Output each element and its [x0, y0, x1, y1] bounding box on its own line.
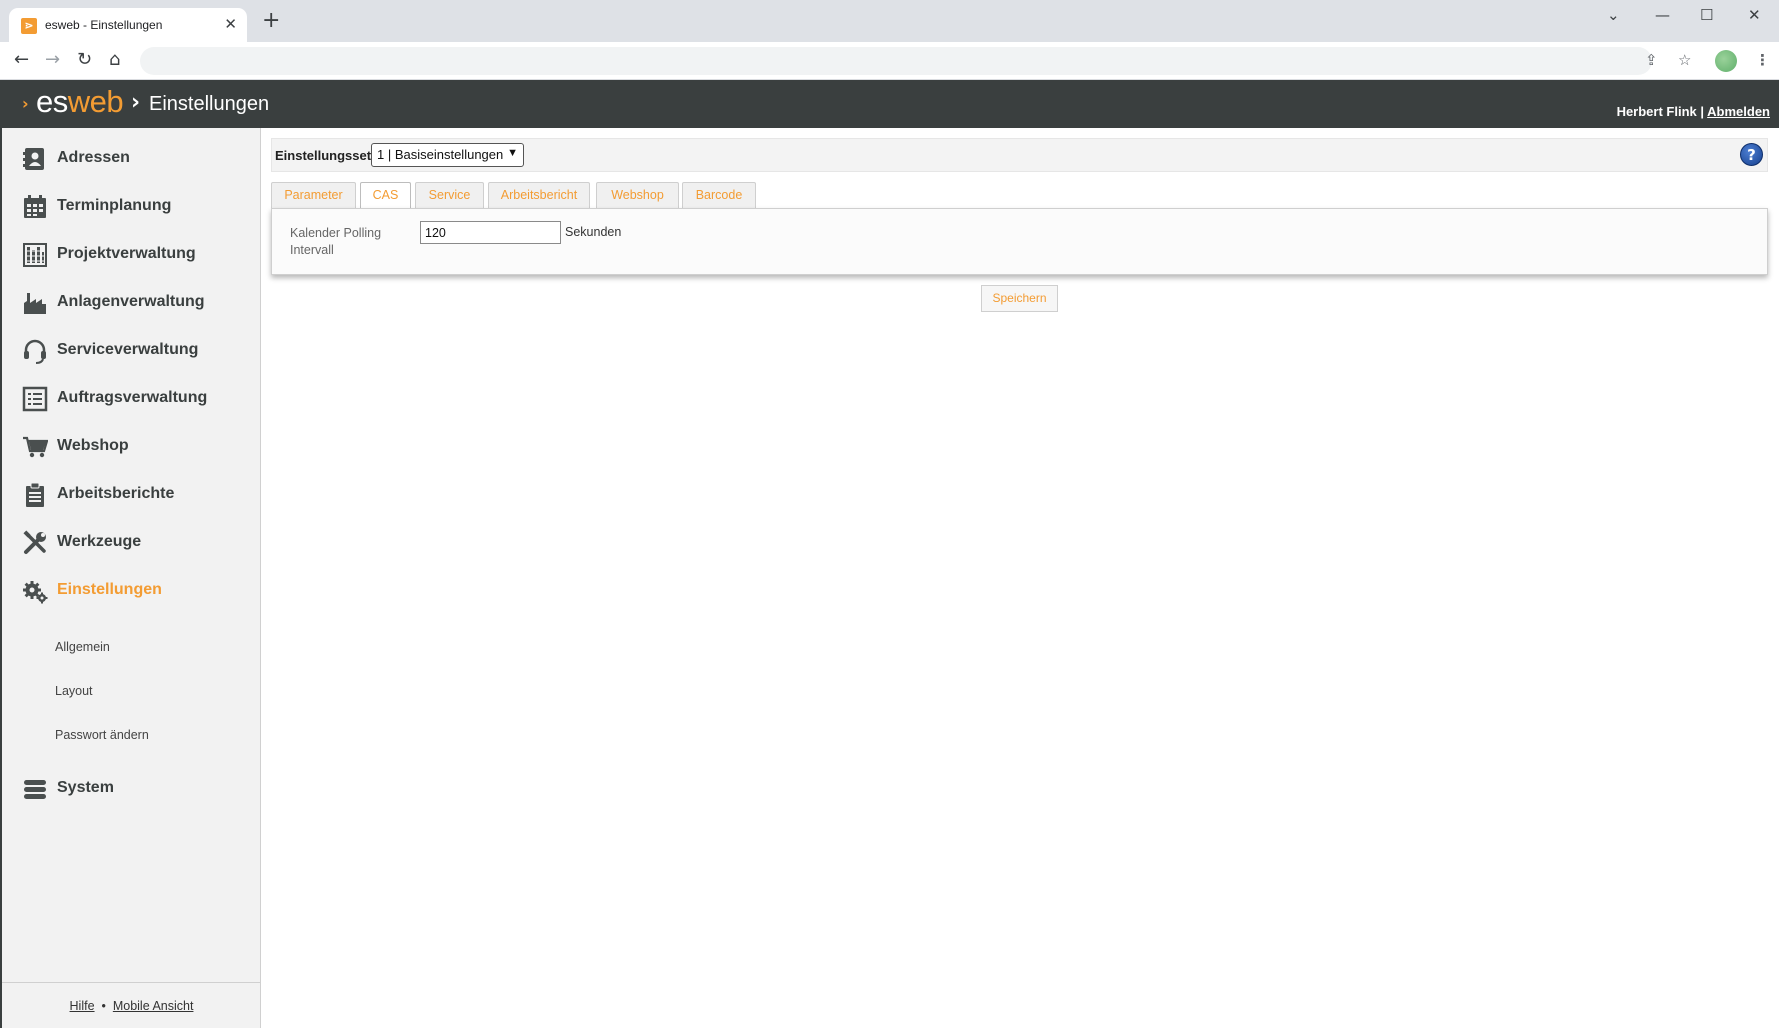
- sidebar-item-label: System: [57, 779, 114, 796]
- settings-set-value: 1 | Basiseinstellungen: [377, 147, 504, 162]
- sidebar-subitem-allgemein[interactable]: Allgemein: [55, 640, 110, 654]
- minimize-icon[interactable]: —: [1655, 6, 1670, 24]
- logo-chevron-icon: ›: [22, 94, 28, 113]
- sidebar-footer: Hilfe • Mobile Ansicht: [2, 982, 261, 1028]
- user-separator: |: [1700, 104, 1705, 119]
- help-icon[interactable]: ?: [1740, 143, 1763, 166]
- bookmark-star-icon[interactable]: ☆: [1678, 51, 1691, 69]
- browser-toolbar: ← → ↻ ⌂ ⇪ ☆ ⋮: [0, 42, 1779, 80]
- help-link[interactable]: Hilfe: [70, 999, 95, 1013]
- project-icon: [23, 243, 47, 267]
- sidebar-item-label: Werkzeuge: [57, 533, 142, 550]
- app-logo[interactable]: esweb: [36, 84, 124, 120]
- user-area: Herbert Flink | Abmelden: [1617, 104, 1770, 119]
- browser-menu-icon[interactable]: ⋮: [1755, 51, 1770, 69]
- sidebar-item-auftragsverwaltung[interactable]: Auftragsverwaltung: [2, 380, 261, 420]
- tab-service[interactable]: Service: [415, 182, 484, 208]
- sidebar-item-label: Einstellungen: [57, 581, 162, 598]
- chevron-down-icon: ▼: [507, 147, 518, 159]
- sidebar-item-label: Serviceverwaltung: [57, 341, 199, 358]
- sidebar-item-label: Arbeitsberichte: [57, 485, 175, 502]
- back-icon[interactable]: ←: [14, 50, 29, 70]
- database-icon: [24, 780, 46, 799]
- sidebar: Adressen Terminplanung Projektverwaltung…: [0, 128, 261, 1028]
- tab-cas[interactable]: CAS: [360, 182, 411, 209]
- sidebar-item-einstellungen[interactable]: Einstellungen: [2, 572, 261, 612]
- settings-set-label: Einstellungsset: [275, 148, 372, 163]
- headset-icon: [24, 339, 46, 364]
- calendar-icon: [24, 195, 46, 218]
- cart-icon: [23, 436, 48, 458]
- settings-set-bar: Einstellungsset 1 | Basiseinstellungen ▼: [271, 138, 1768, 172]
- gears-icon: [23, 581, 48, 604]
- browser-tab[interactable]: ⋗ esweb - Einstellungen ✕: [9, 8, 247, 42]
- polling-interval-label: Kalender Polling Intervall: [290, 226, 382, 257]
- save-button[interactable]: Speichern: [981, 285, 1058, 312]
- tab-arbeitsbericht[interactable]: Arbeitsbericht: [488, 182, 590, 208]
- tab-parameter[interactable]: Parameter: [271, 182, 356, 208]
- new-tab-icon[interactable]: +: [262, 10, 280, 32]
- sidebar-subitem-passwort[interactable]: Passwort ändern: [55, 728, 149, 742]
- logo-es: es: [36, 84, 68, 119]
- window-close-icon[interactable]: ✕: [1748, 6, 1761, 24]
- sidebar-item-werkzeuge[interactable]: Werkzeuge: [2, 524, 261, 564]
- tab-webshop[interactable]: Webshop: [596, 182, 679, 208]
- polling-interval-unit: Sekunden: [565, 225, 622, 239]
- footer-bullet: •: [101, 999, 106, 1013]
- sidebar-item-anlagenverwaltung[interactable]: Anlagenverwaltung: [2, 284, 261, 324]
- sidebar-item-serviceverwaltung[interactable]: Serviceverwaltung: [2, 332, 261, 372]
- logout-link[interactable]: Abmelden: [1707, 104, 1770, 119]
- sidebar-item-adressen[interactable]: Adressen: [2, 140, 261, 180]
- favicon-icon: ⋗: [21, 18, 37, 34]
- sidebar-item-label: Adressen: [57, 149, 130, 166]
- mobile-view-link[interactable]: Mobile Ansicht: [113, 999, 194, 1013]
- user-name: Herbert Flink: [1616, 104, 1697, 119]
- sidebar-item-webshop[interactable]: Webshop: [2, 428, 261, 468]
- reload-icon[interactable]: ↻: [77, 50, 92, 70]
- profile-avatar[interactable]: [1715, 50, 1737, 72]
- home-icon[interactable]: ⌂: [109, 50, 120, 70]
- polling-interval-input[interactable]: [420, 221, 561, 244]
- tab-barcode[interactable]: Barcode: [682, 182, 756, 208]
- clipboard-icon: [26, 482, 44, 507]
- tab-search-icon[interactable]: ⌄: [1607, 6, 1620, 24]
- forward-icon[interactable]: →: [45, 50, 60, 70]
- address-bar[interactable]: [140, 47, 1652, 75]
- cas-settings-panel: Kalender Polling Intervall Sekunden: [271, 208, 1768, 275]
- sidebar-item-label: Anlagenverwaltung: [57, 293, 205, 310]
- sidebar-item-label: Auftragsverwaltung: [57, 389, 208, 406]
- breadcrumb-chevron-icon: ›: [131, 90, 141, 115]
- logo-web: web: [67, 84, 124, 119]
- share-icon[interactable]: ⇪: [1645, 51, 1658, 69]
- sidebar-item-label: Webshop: [57, 437, 129, 454]
- tools-icon: [23, 530, 46, 554]
- sidebar-item-arbeitsberichte[interactable]: Arbeitsberichte: [2, 476, 261, 516]
- breadcrumb: Einstellungen: [149, 93, 270, 115]
- sidebar-item-projektverwaltung[interactable]: Projektverwaltung: [2, 236, 261, 276]
- address-book-icon: [23, 148, 44, 170]
- close-tab-icon[interactable]: ✕: [224, 15, 237, 33]
- settings-set-select[interactable]: 1 | Basiseinstellungen ▼: [371, 143, 524, 167]
- browser-tab-title: esweb - Einstellungen: [45, 18, 163, 32]
- sidebar-subitem-layout[interactable]: Layout: [55, 684, 93, 698]
- browser-tabstrip: ⋗ esweb - Einstellungen ✕ + ⌄ — ☐ ✕: [0, 0, 1779, 42]
- factory-icon: [24, 293, 46, 314]
- sidebar-item-system[interactable]: System: [2, 770, 261, 810]
- sidebar-footer-links: Hilfe • Mobile Ansicht: [2, 999, 261, 1013]
- maximize-icon[interactable]: ☐: [1700, 6, 1713, 24]
- sidebar-item-label: Projektverwaltung: [57, 245, 196, 262]
- sidebar-item-terminplanung[interactable]: Terminplanung: [2, 188, 261, 228]
- sidebar-item-label: Terminplanung: [57, 197, 172, 214]
- list-icon: [22, 386, 48, 412]
